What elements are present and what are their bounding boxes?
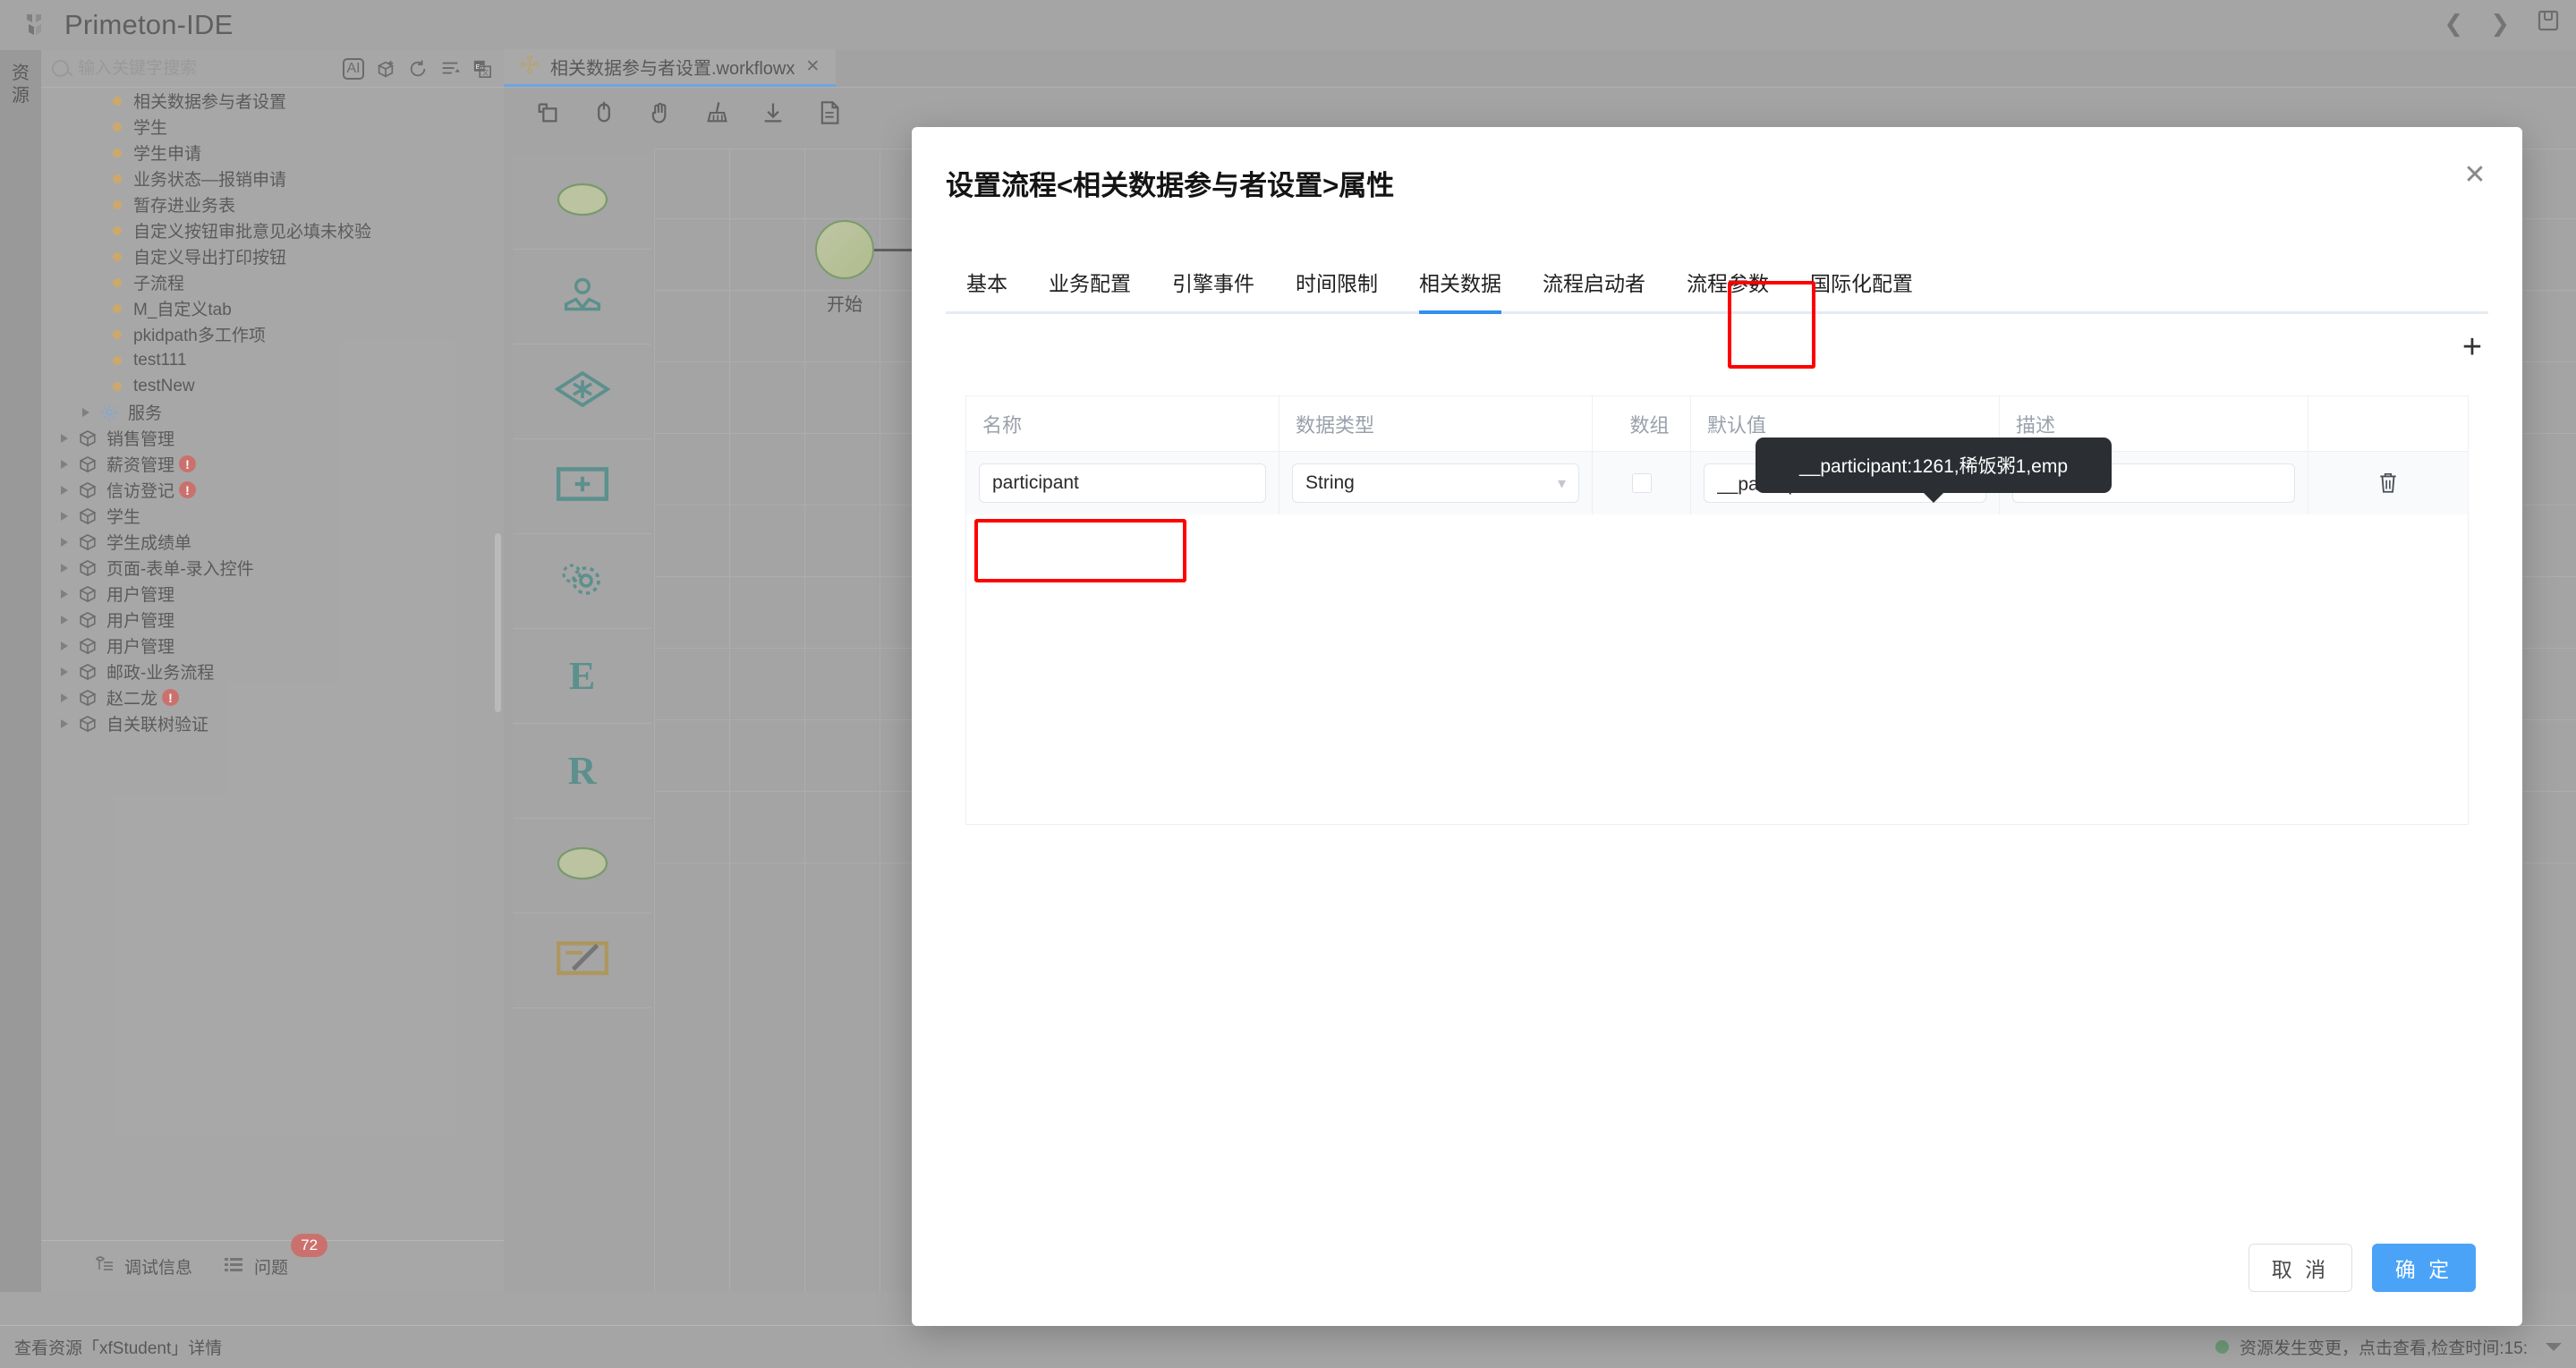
related-data-table: 名称 数据类型 数组 默认值 描述 String ▾	[965, 395, 2469, 825]
confirm-button[interactable]: 确 定	[2372, 1244, 2476, 1292]
datatype-select-value: String	[1305, 472, 1355, 494]
trash-icon[interactable]	[2376, 470, 2400, 497]
cell-actions	[2308, 452, 2468, 514]
chevron-down-icon: ▾	[1558, 474, 1566, 493]
cell-datatype: String ▾	[1279, 452, 1593, 514]
dialog-tab-bar[interactable]: 基本业务配置引擎事件时间限制相关数据流程启动者流程参数国际化配置	[946, 255, 2488, 314]
dialog-tab[interactable]: 相关数据	[1399, 267, 1522, 311]
dialog-tab[interactable]: 时间限制	[1275, 267, 1399, 311]
name-input[interactable]	[979, 463, 1266, 503]
datatype-select[interactable]: String ▾	[1292, 463, 1579, 503]
dialog-title: 设置流程<相关数据参与者设置>属性	[946, 163, 1394, 203]
cancel-button[interactable]: 取 消	[2249, 1244, 2352, 1292]
add-row-button[interactable]: +	[2456, 331, 2488, 363]
process-properties-dialog: 设置流程<相关数据参与者设置>属性 ✕ 基本业务配置引擎事件时间限制相关数据流程…	[912, 127, 2522, 1326]
table-header-datatype: 数据类型	[1279, 396, 1593, 451]
table-header-actions	[2308, 396, 2468, 451]
dialog-tab[interactable]: 引擎事件	[1152, 267, 1275, 311]
dialog-tab[interactable]: 基本	[946, 267, 1028, 311]
dialog-tab[interactable]: 流程参数	[1666, 267, 1790, 311]
close-icon[interactable]: ✕	[2460, 159, 2490, 190]
default-value-tooltip: __participant:1261,稀饭粥1,emp	[1756, 438, 2112, 493]
array-checkbox[interactable]	[1632, 473, 1652, 493]
dialog-tab[interactable]: 流程启动者	[1522, 267, 1666, 311]
dialog-tab[interactable]: 国际化配置	[1790, 267, 1934, 311]
cell-array	[1593, 452, 1691, 514]
cell-name	[966, 452, 1279, 514]
table-header-row: 名称 数据类型 数组 默认值 描述	[966, 396, 2468, 452]
table-row: String ▾	[966, 452, 2468, 514]
table-header-array: 数组	[1593, 396, 1691, 451]
table-header-name: 名称	[966, 396, 1279, 451]
dialog-footer: 取 消 确 定	[2249, 1244, 2476, 1292]
dialog-tab[interactable]: 业务配置	[1028, 267, 1152, 311]
